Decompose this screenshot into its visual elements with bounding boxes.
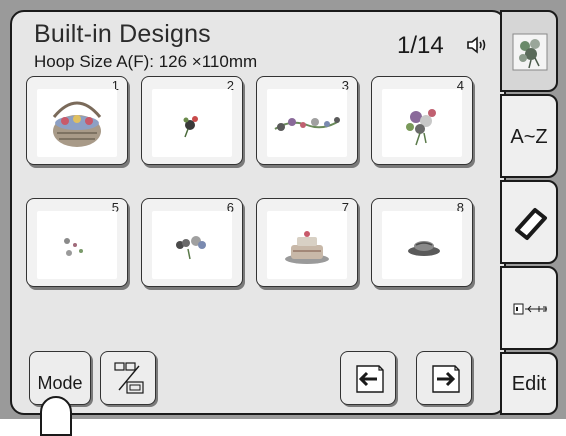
flower-sprig-icon (176, 236, 206, 260)
design-preview (152, 211, 232, 279)
design-tile[interactable]: 8 (371, 198, 473, 287)
design-tile[interactable]: 4 (371, 76, 473, 165)
tab-alphabet-label: A~Z (510, 126, 548, 148)
tab-edit-label: Edit (511, 373, 547, 395)
previous-page-button[interactable] (340, 351, 396, 405)
design-tile[interactable]: 5 (26, 198, 128, 287)
design-preview (37, 211, 117, 279)
tab-usb-memory[interactable] (500, 266, 558, 350)
page-indicator: 1/14 (397, 32, 444, 59)
group-view-button[interactable] (100, 351, 156, 405)
design-tile[interactable]: 2 (141, 76, 243, 165)
flower-cluster-icon (406, 109, 436, 146)
design-preview (267, 211, 347, 279)
usb-icon (513, 303, 547, 315)
next-page-button[interactable] (416, 351, 472, 405)
design-preview (382, 89, 462, 157)
flower-basket-icon (52, 101, 102, 147)
design-preview (267, 89, 347, 157)
tab-alphabet[interactable]: A~Z (500, 94, 558, 178)
designs-panel: Built-in Designs Hoop Size A(F): 126 ×11… (10, 10, 506, 415)
page-back-arrow-icon (356, 365, 384, 393)
design-preview (37, 89, 117, 157)
tab-edit[interactable]: Edit (500, 352, 558, 415)
page-forward-arrow-icon (432, 365, 460, 393)
hoop-size-label: Hoop Size A(F): 126 ×110mm (34, 52, 258, 71)
design-tile[interactable]: 6 (141, 198, 243, 287)
flower-border-icon (274, 117, 340, 131)
design-tile[interactable]: 1 (26, 76, 128, 165)
design-preview (152, 89, 232, 157)
embroidery-design-icon (512, 33, 548, 71)
scattered-flower-icon (64, 238, 83, 256)
group-view-icon (114, 362, 144, 394)
eraser-icon (515, 208, 547, 240)
design-preview (382, 211, 462, 279)
page-title: Built-in Designs (34, 20, 211, 48)
stylus-pointer (40, 396, 72, 436)
speaker-icon[interactable] (465, 33, 489, 57)
design-tile[interactable]: 7 (256, 198, 358, 287)
cake-icon (285, 231, 329, 264)
design-tile[interactable]: 3 (256, 76, 358, 165)
mode-label: Mode (37, 373, 83, 393)
hat-icon (408, 241, 440, 256)
tab-edit-tool[interactable] (500, 180, 558, 264)
tab-built-in-designs[interactable] (500, 10, 558, 92)
small-flower-icon (183, 116, 198, 138)
